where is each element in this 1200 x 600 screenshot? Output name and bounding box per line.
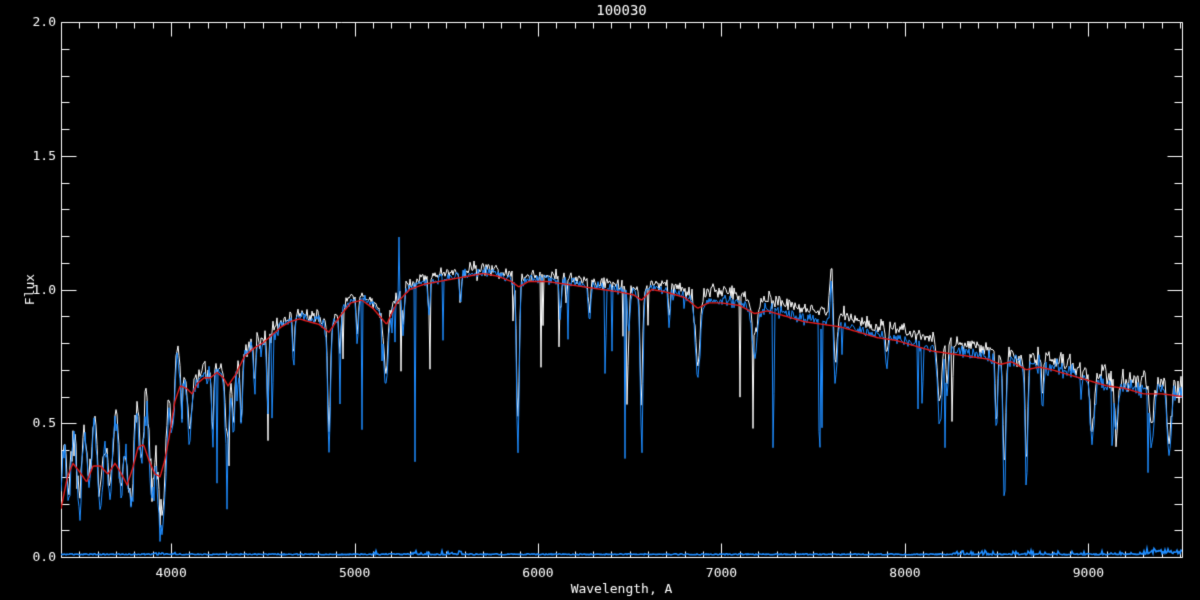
spectrum-canvas	[0, 0, 1200, 600]
spectrum-figure	[0, 0, 1200, 600]
